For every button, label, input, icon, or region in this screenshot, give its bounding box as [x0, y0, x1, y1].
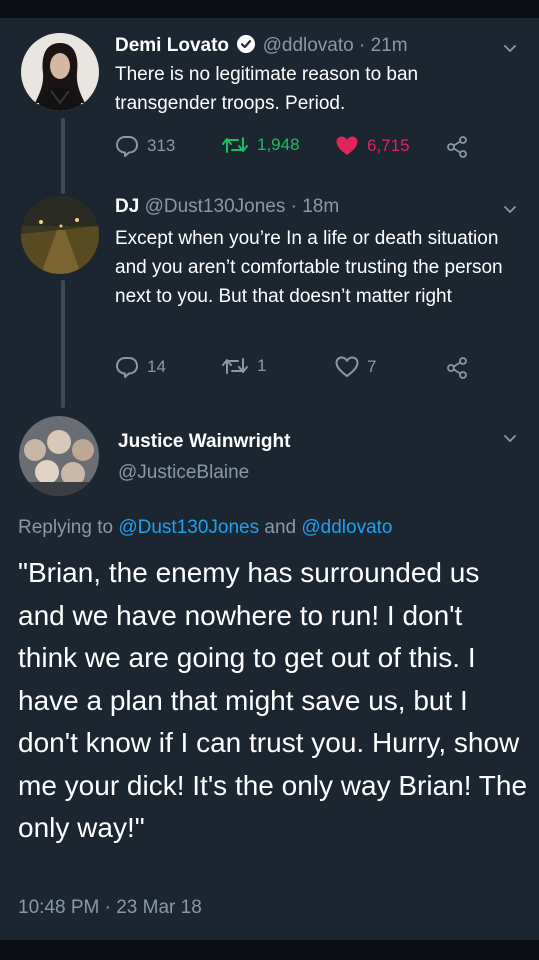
share-button[interactable]	[445, 356, 477, 380]
author-handle-time[interactable]: @ddlovato · 21m	[263, 35, 408, 56]
thread-line	[61, 280, 65, 408]
chevron-down-icon[interactable]	[503, 432, 517, 446]
reply-icon	[116, 136, 138, 157]
verified-icon	[237, 35, 256, 59]
thread-line	[61, 118, 65, 194]
reply-icon	[116, 357, 138, 378]
heart-icon	[335, 356, 359, 377]
chevron-down-icon[interactable]	[503, 42, 517, 56]
twitter-thread-screen: Demi Lovato @ddlovato · 21m There is no …	[0, 0, 539, 960]
reply-button[interactable]: 313	[115, 135, 175, 157]
mention-link[interactable]: @Dust130Jones	[118, 517, 259, 538]
tweet-header: Demi Lovato @ddlovato · 21m	[115, 35, 408, 59]
retweet-icon	[222, 137, 248, 153]
share-icon	[447, 357, 467, 379]
tweet-timestamp[interactable]: 10:48 PM · 23 Mar 18	[18, 897, 202, 919]
retweet-count: 1	[257, 356, 267, 375]
tweet-text: Except when you’re In a life or death si…	[115, 228, 503, 307]
reply-button[interactable]: 14	[115, 356, 166, 378]
top-edge	[0, 0, 539, 18]
avatar-demi[interactable]	[21, 33, 99, 111]
tweet-header: DJ @Dust130Jones · 18m	[115, 196, 339, 218]
share-button[interactable]	[445, 135, 477, 159]
share-icon	[447, 136, 467, 158]
retweet-icon	[222, 358, 248, 374]
chevron-down-icon[interactable]	[503, 203, 517, 217]
tweet-actions: 14 1 7	[115, 356, 475, 382]
like-count: 6,715	[367, 136, 410, 155]
author-name[interactable]: Demi Lovato	[115, 35, 229, 56]
replying-to: Replying to @Dust130Jones and @ddlovato	[18, 517, 393, 539]
author-name[interactable]: DJ	[115, 196, 139, 217]
heart-icon	[336, 136, 358, 155]
mention-link[interactable]: @ddlovato	[301, 517, 392, 538]
retweet-button[interactable]: 1,948	[221, 135, 300, 155]
like-button[interactable]: 6,715	[335, 135, 410, 157]
avatar-dj[interactable]	[21, 196, 99, 274]
retweet-button[interactable]: 1	[221, 356, 266, 376]
reply-count: 313	[147, 136, 176, 155]
author-handle[interactable]: @JusticeBlaine	[118, 462, 249, 484]
like-count: 7	[367, 357, 377, 376]
tweet-text: There is no legitimate reason to ban tra…	[115, 64, 419, 114]
retweet-count: 1,948	[257, 135, 300, 154]
bottom-edge	[0, 940, 539, 960]
like-button[interactable]: 7	[335, 356, 376, 378]
author-handle-time[interactable]: @Dust130Jones · 18m	[145, 196, 340, 217]
replying-and: and	[259, 517, 302, 538]
reply-count: 14	[147, 357, 166, 376]
tweet-actions: 313 1,948 6,715	[115, 135, 475, 161]
author-name[interactable]: Justice Wainwright	[118, 431, 290, 453]
avatar-justice[interactable]	[19, 416, 99, 496]
tweet-text: "Brian, the enemy has surrounded us and …	[18, 557, 528, 843]
replying-prefix: Replying to	[18, 517, 119, 538]
